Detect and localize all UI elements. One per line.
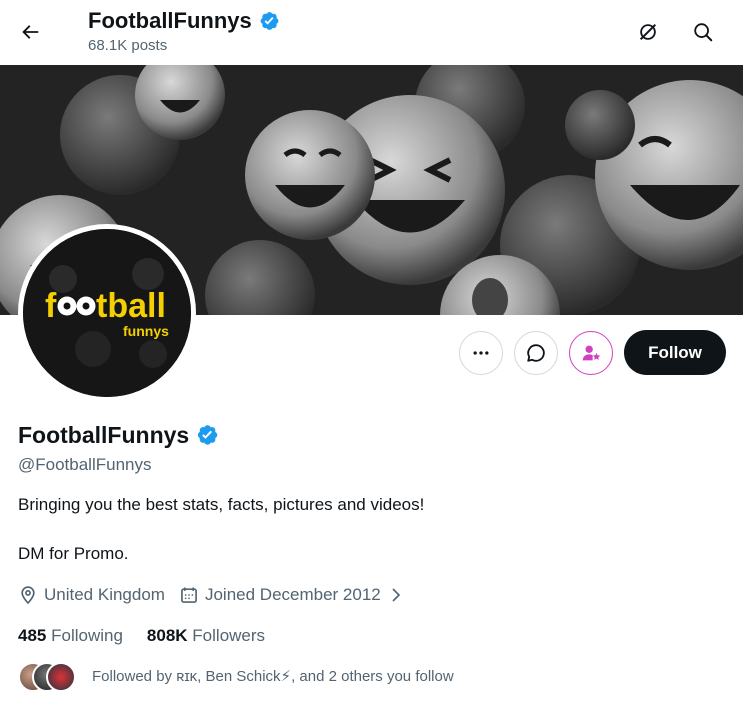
- svg-text:funnys: funnys: [123, 323, 169, 339]
- header-title-text: FootballFunnys: [88, 8, 252, 33]
- follow-stats: 485 Following 808K Followers: [18, 625, 265, 647]
- search-icon: [694, 23, 713, 42]
- post-count: 68.1K posts: [88, 37, 168, 54]
- search-button[interactable]: [685, 14, 721, 50]
- subscribe-icon: [582, 345, 601, 361]
- followed-by[interactable]: Followed by ʀɪᴋ, Ben Schick⚡, and 2 othe…: [18, 662, 454, 692]
- profile-avatar[interactable]: f tball funnys: [18, 224, 196, 402]
- following-label: Following: [51, 626, 123, 645]
- grok-button[interactable]: [630, 14, 666, 50]
- location-icon: [21, 586, 35, 605]
- grok-icon: [639, 23, 657, 41]
- joined-item[interactable]: Joined December 2012: [179, 584, 405, 606]
- football-funnys-logo: f tball funnys: [23, 229, 191, 397]
- followers-label: Followers: [192, 626, 266, 645]
- svg-text:tball: tball: [96, 287, 166, 325]
- mutual-avatars: [18, 662, 80, 692]
- subscribe-button[interactable]: [569, 331, 613, 375]
- header-title: FootballFunnys: [88, 6, 280, 36]
- following-link[interactable]: 485 Following: [18, 625, 123, 647]
- profile-meta: United Kingdom Joined December 2012: [18, 584, 419, 606]
- back-button[interactable]: [12, 14, 48, 50]
- profile-header: FootballFunnys 68.1K posts: [0, 0, 743, 65]
- bio-line-1: Bringing you the best stats, facts, pict…: [18, 495, 425, 514]
- mutual-avatar: [46, 662, 76, 692]
- profile-handle: @FootballFunnys: [18, 455, 152, 474]
- verified-badge-icon: [260, 12, 279, 30]
- chevron-right-icon: [392, 588, 400, 602]
- following-count: 485: [18, 626, 47, 645]
- followers-count: 808K: [146, 626, 188, 645]
- back-arrow-icon: [22, 25, 39, 39]
- bio-line-2: DM for Promo.: [18, 544, 129, 563]
- location-item: United Kingdom: [18, 584, 165, 606]
- avatar-image: f tball funnys: [23, 229, 191, 397]
- message-button[interactable]: [514, 331, 558, 375]
- svg-text:f: f: [45, 287, 57, 325]
- followers-link[interactable]: 808K Followers: [147, 625, 265, 647]
- profile-name-text: FootballFunnys: [18, 422, 190, 448]
- joined-text: Joined December 2012: [204, 585, 381, 604]
- followed-by-text: Followed by ʀɪᴋ, Ben Schick⚡, and 2 othe…: [92, 668, 454, 685]
- verified-badge-icon[interactable]: [195, 423, 219, 447]
- location-text: United Kingdom: [44, 585, 165, 604]
- message-icon: [527, 344, 545, 362]
- follow-button[interactable]: Follow: [624, 330, 726, 375]
- more-button[interactable]: [459, 331, 503, 375]
- calendar-icon: [181, 587, 197, 603]
- more-icon: [473, 351, 489, 355]
- header-title-block: FootballFunnys 68.1K posts: [88, 6, 280, 56]
- profile-name: FootballFunnys: [18, 420, 219, 450]
